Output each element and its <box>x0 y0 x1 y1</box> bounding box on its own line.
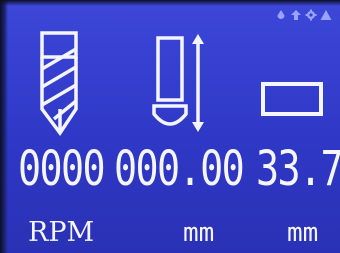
rectangle-workpiece-icon <box>260 80 326 120</box>
tool-length-icon <box>152 32 218 138</box>
status-bar <box>275 9 332 21</box>
up-arrow-icon <box>291 10 301 20</box>
width-unit-label: mm <box>287 218 319 248</box>
drill-bit-icon <box>34 29 86 139</box>
warning-triangle-icon <box>320 10 332 20</box>
width-value: 33.75 <box>256 141 340 197</box>
lcd-screen: 0000 000.00 33.75 RPM mm mm <box>0 0 340 253</box>
drop-icon <box>277 10 285 19</box>
length-value: 000.00 <box>114 141 245 197</box>
rpm-value: 0000 <box>18 141 106 197</box>
bezel-left <box>0 0 8 253</box>
rpm-unit-label: RPM <box>28 217 95 248</box>
length-unit-label: mm <box>183 218 215 248</box>
gear-icon <box>305 9 317 21</box>
bezel-top <box>0 0 340 6</box>
